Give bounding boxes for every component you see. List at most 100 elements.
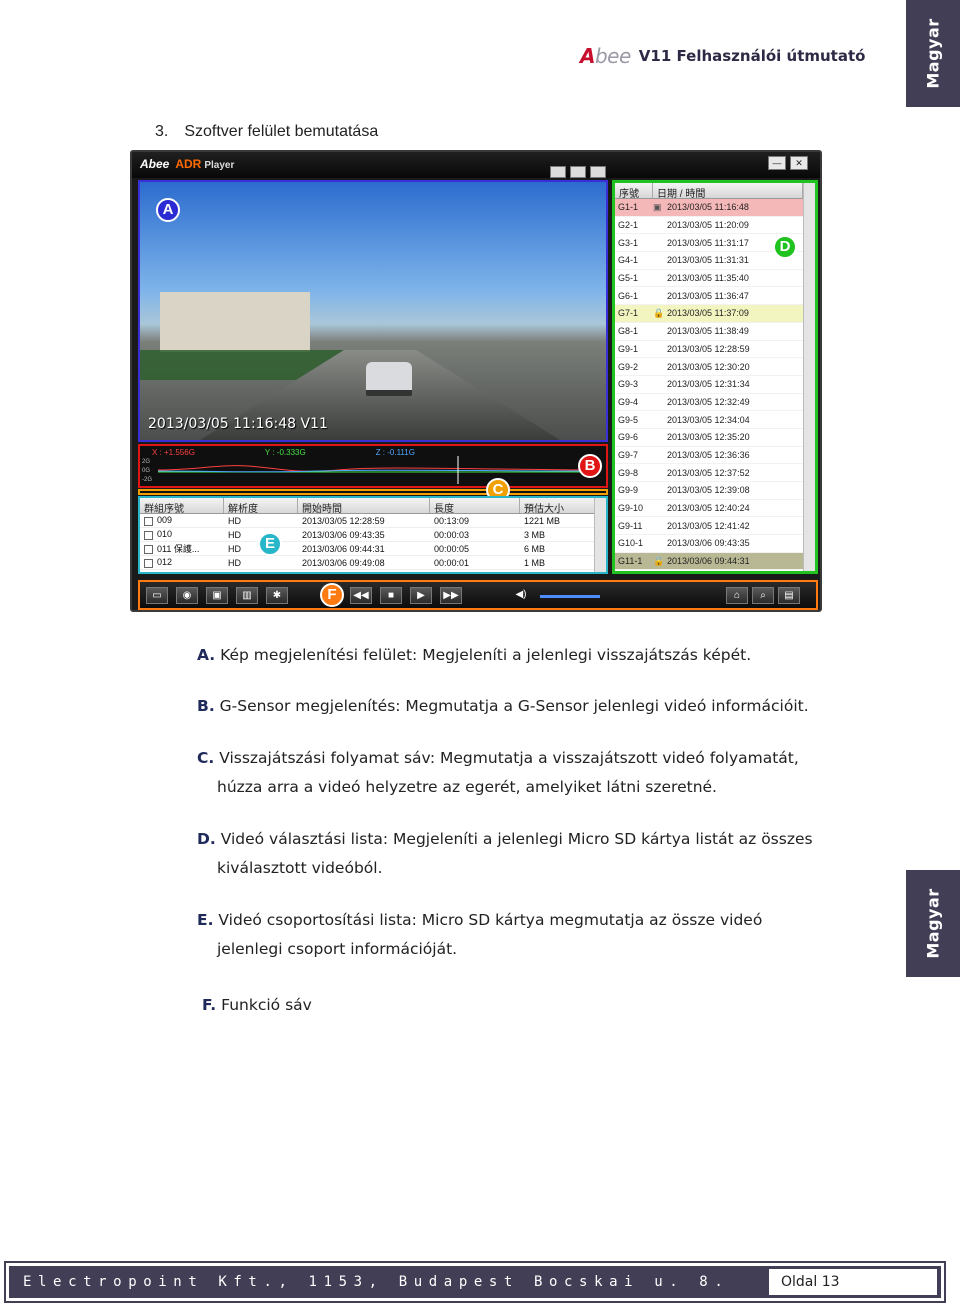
map-icon[interactable]: ⌂	[726, 587, 748, 604]
video-id: G2-1	[618, 220, 639, 231]
open-folder-icon[interactable]: ▭	[146, 587, 168, 604]
adr-player-screenshot: Abee ADR Player — ✕ 2013/03/05 11:16:48 V1…	[130, 150, 822, 612]
video-datetime: 2013/03/05 12:31:34	[667, 379, 750, 390]
group-row[interactable]: 011 保護... HD 2013/03/06 09:44:31 00:00:0…	[140, 542, 606, 556]
checkbox[interactable]	[144, 545, 153, 555]
video-id: G9-6	[618, 432, 639, 443]
lock-icon: 🔒	[653, 555, 665, 566]
video-list-scrollbar[interactable]	[803, 183, 815, 571]
video-list-row[interactable]: G7-1 🔒 2013/03/05 11:37:09	[615, 305, 815, 323]
section-number: 3.	[155, 123, 169, 140]
stop-icon[interactable]: ■	[380, 587, 402, 604]
play-icon[interactable]: ▶	[410, 587, 432, 604]
marker-f: F	[320, 583, 344, 607]
video-datetime: 2013/03/05 11:35:40	[667, 273, 749, 284]
video-id: G9-1	[618, 343, 639, 354]
zone-c-progress-bar[interactable]	[138, 489, 608, 495]
video-list-row[interactable]: G9-8 2013/03/05 12:37:52	[615, 464, 815, 482]
zone-a-video-display: 2013/03/05 11:16:48 V11 A	[138, 180, 608, 442]
app-titlebar: Abee ADR Player — ✕	[132, 152, 820, 178]
video-datetime: 2013/03/05 11:38:49	[667, 326, 749, 337]
camera-icon[interactable]: ◉	[176, 587, 198, 604]
video-list-row[interactable]: G9-5 2013/03/05 12:34:04	[615, 411, 815, 429]
video-datetime: 2013/03/05 12:34:04	[667, 414, 750, 425]
marker-e: E	[258, 532, 282, 556]
video-car	[366, 362, 412, 396]
video-id: G9-8	[618, 467, 639, 478]
video-id: G11-1	[618, 556, 643, 567]
video-list-row[interactable]: G10-1 2013/03/06 09:43:35	[615, 535, 815, 553]
video-id: G9-7	[618, 449, 639, 460]
video-datetime: 2013/03/05 12:36:36	[667, 449, 750, 460]
video-datetime: 2013/03/05 12:28:59	[667, 343, 750, 354]
video-list-row[interactable]: G9-3 2013/03/05 12:31:34	[615, 376, 815, 394]
video-id: G4-1	[618, 255, 639, 266]
view-mode-2-icon[interactable]	[570, 166, 586, 178]
video-list-row[interactable]: G9-7 2013/03/05 12:36:36	[615, 447, 815, 465]
video-datetime: 2013/03/05 12:32:49	[667, 396, 750, 407]
video-id: G9-4	[618, 396, 639, 407]
video-id: G10-1	[618, 538, 644, 549]
video-datetime: 2013/03/06 09:43:35	[667, 538, 750, 549]
video-datetime: 2013/03/06 09:44:31	[667, 556, 750, 567]
checkbox[interactable]	[144, 530, 153, 540]
volume-slider[interactable]	[540, 595, 600, 598]
video-id: G9-10	[618, 503, 644, 514]
video-datetime: 2013/03/05 11:36:47	[667, 290, 749, 301]
trash-icon[interactable]: ▥	[236, 587, 258, 604]
footer-company: Electropoint Kft., 1153, Budapest Bocska…	[23, 1274, 730, 1290]
gear-icon[interactable]: ✱	[266, 587, 288, 604]
zoom-icon[interactable]: ⌕	[752, 587, 774, 604]
video-id: G6-1	[618, 290, 639, 301]
video-datetime: 2013/03/05 12:41:42	[667, 520, 750, 531]
close-icon[interactable]: ✕	[790, 156, 808, 170]
video-list-row[interactable]: G9-6 2013/03/05 12:35:20	[615, 429, 815, 447]
gsensor-axis: 2G 0G -2G	[142, 459, 153, 483]
group-row[interactable]: 009 HD 2013/03/05 12:28:59 00:13:09 1221…	[140, 514, 606, 528]
save-icon[interactable]: ▣	[206, 587, 228, 604]
video-list-row[interactable]: G5-1 2013/03/05 11:35:40	[615, 270, 815, 288]
view-mode-3-icon[interactable]	[590, 166, 606, 178]
video-list-row[interactable]: G11-1 🔒 2013/03/06 09:44:31	[615, 552, 815, 571]
app-logo: Abee ADR Player	[140, 157, 235, 171]
video-list-row[interactable]: G9-11 2013/03/05 12:41:42	[615, 517, 815, 536]
zone-d-video-list: 序號 日期 / 時間 G1-1 ▣ 2013/03/05 11:16:48 G2-1 2…	[612, 180, 818, 574]
minimize-icon[interactable]: —	[768, 156, 786, 170]
group-list-scrollbar[interactable]	[594, 498, 606, 572]
zone-e-group-list: 群組序號 解析度 開始時間 長度 預估大小 009 HD 2013/03/05 …	[138, 496, 608, 574]
video-list-row[interactable]: G9-1 2013/03/05 12:28:59	[615, 341, 815, 359]
video-list-row[interactable]: G9-9 2013/03/05 12:39:08	[615, 482, 815, 500]
video-datetime: 2013/03/05 12:37:52	[667, 467, 750, 478]
checkbox[interactable]	[144, 558, 153, 568]
group-row[interactable]: 012 HD 2013/03/06 09:49:08 00:00:01 1 MB	[140, 556, 606, 570]
document-title: V11 Felhasználói útmutató	[638, 47, 866, 65]
video-list-row[interactable]: G1-1 ▣ 2013/03/05 11:16:48	[615, 199, 815, 217]
video-list-row[interactable]: G2-1 2013/03/05 11:20:09	[615, 217, 815, 235]
video-list-header: 序號 日期 / 時間	[615, 183, 815, 200]
rewind-icon[interactable]: ◀◀	[350, 587, 372, 604]
video-id: G9-9	[618, 485, 639, 496]
video-list-row[interactable]: G9-4 2013/03/05 12:32:49	[615, 394, 815, 412]
language-tab-label: Magyar	[923, 888, 943, 959]
fast-forward-icon[interactable]: ▶▶	[440, 587, 462, 604]
video-buildings	[160, 292, 310, 352]
video-list-row[interactable]: G9-2 2013/03/05 12:30:20	[615, 358, 815, 376]
speaker-icon[interactable]: ◀)	[510, 587, 532, 604]
description-e: E. Videó csoportosítási lista: Micro SD …	[197, 911, 763, 958]
video-id: G5-1	[618, 273, 639, 284]
video-id: G8-1	[618, 326, 639, 337]
video-list-row[interactable]: G6-1 2013/03/05 11:36:47	[615, 287, 815, 306]
video-list-row[interactable]: G9-10 2013/03/05 12:40:24	[615, 500, 815, 518]
video-datetime: 2013/03/05 12:35:20	[667, 432, 750, 443]
video-id: G9-2	[618, 361, 639, 372]
export-icon[interactable]: ▤	[778, 587, 800, 604]
video-datetime: 2013/03/05 11:31:17	[667, 237, 749, 248]
language-tab-top: Magyar	[906, 0, 960, 107]
checkbox[interactable]	[144, 516, 153, 526]
group-list-header: 群組序號 解析度 開始時間 長度 預估大小	[140, 498, 606, 515]
group-row[interactable]: 010 HD 2013/03/06 09:43:35 00:00:03 3 MB	[140, 528, 606, 542]
video-id: G1-1	[618, 202, 639, 213]
video-id: G9-11	[618, 520, 643, 531]
view-mode-1-icon[interactable]	[550, 166, 566, 178]
video-list-row[interactable]: G8-1 2013/03/05 11:38:49	[615, 323, 815, 341]
